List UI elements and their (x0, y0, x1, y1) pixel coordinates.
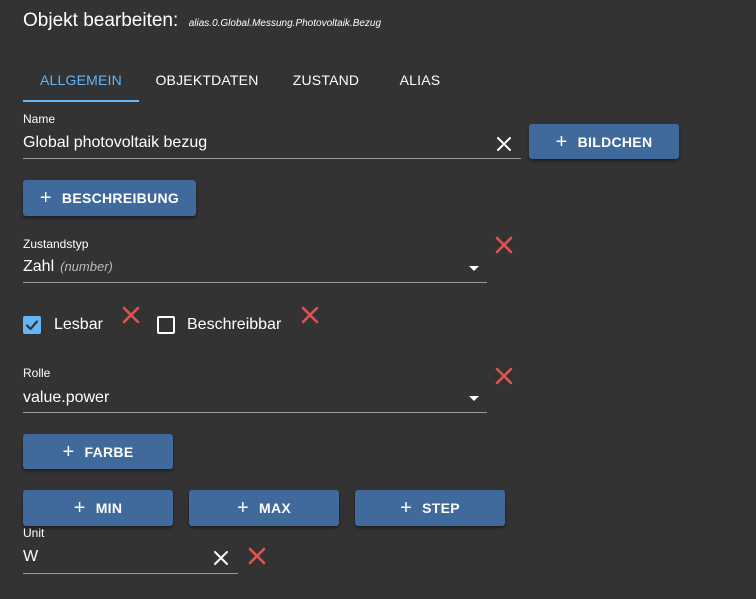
object-id: alias.0.Global.Messung.Photovoltaik.Bezu… (188, 18, 382, 29)
tab-allgemein[interactable]: ALLGEMEIN (23, 62, 139, 102)
add-step-label: STEP (422, 500, 460, 516)
state-type-underline (23, 282, 487, 283)
add-color-button[interactable]: + FARBE (23, 434, 173, 469)
role-label: Rolle (23, 366, 51, 380)
state-type-hint: (number) (60, 259, 113, 274)
checkmark-icon (25, 320, 39, 331)
state-type-value: Zahl (23, 258, 55, 275)
add-description-button[interactable]: + BESCHREIBUNG (23, 180, 196, 216)
name-input[interactable]: Global photovoltaik bezug (23, 134, 483, 152)
dialog-title: Objekt bearbeiten: alias.0.Global.Messun… (23, 10, 381, 32)
add-min-label: MIN (95, 500, 123, 516)
state-type-label: Zustandstyp (23, 237, 89, 251)
tab-objektdaten[interactable]: OBJEKTDATEN (143, 62, 271, 102)
unit-underline (23, 573, 238, 574)
delete-x-icon[interactable] (495, 367, 513, 385)
readable-checkbox[interactable] (23, 316, 41, 334)
unit-label: Unit (23, 526, 45, 540)
chevron-down-icon[interactable] (469, 266, 479, 271)
add-min-button[interactable]: + MIN (23, 490, 173, 526)
name-underline (23, 158, 521, 159)
active-tab-indicator (23, 100, 139, 102)
add-description-label: BESCHREIBUNG (61, 190, 180, 206)
delete-x-icon[interactable] (495, 236, 513, 254)
plus-icon: + (62, 440, 75, 463)
plus-icon: + (237, 497, 249, 519)
dialog-title-text: Objekt bearbeiten: (23, 10, 179, 31)
add-step-button[interactable]: + STEP (355, 490, 505, 526)
close-icon[interactable] (495, 135, 513, 153)
add-image-button[interactable]: + BILDCHEN (529, 124, 679, 159)
close-icon[interactable] (212, 549, 230, 567)
role-select[interactable]: value.power (23, 389, 109, 407)
delete-x-icon[interactable] (301, 306, 319, 324)
plus-icon: + (73, 497, 86, 519)
add-max-label: MAX (258, 500, 291, 516)
readable-label: Lesbar (54, 316, 103, 333)
plus-icon: + (400, 497, 413, 519)
plus-icon: + (39, 187, 52, 209)
plus-icon: + (555, 130, 568, 153)
role-underline (23, 412, 487, 413)
add-max-button[interactable]: + MAX (189, 490, 339, 526)
chevron-down-icon[interactable] (469, 396, 479, 401)
writable-checkbox[interactable] (157, 316, 175, 334)
writable-label: Beschreibbar (187, 316, 282, 333)
delete-x-icon[interactable] (248, 547, 266, 565)
add-image-label: BILDCHEN (577, 133, 653, 150)
state-type-select[interactable]: Zahl (number) (23, 258, 113, 276)
delete-x-icon[interactable] (122, 306, 140, 324)
tab-alias[interactable]: ALIAS (380, 62, 460, 102)
unit-input[interactable]: W (23, 548, 203, 566)
name-label: Name (23, 112, 56, 126)
tab-zustand[interactable]: ZUSTAND (276, 62, 376, 102)
add-color-label: FARBE (84, 443, 134, 460)
